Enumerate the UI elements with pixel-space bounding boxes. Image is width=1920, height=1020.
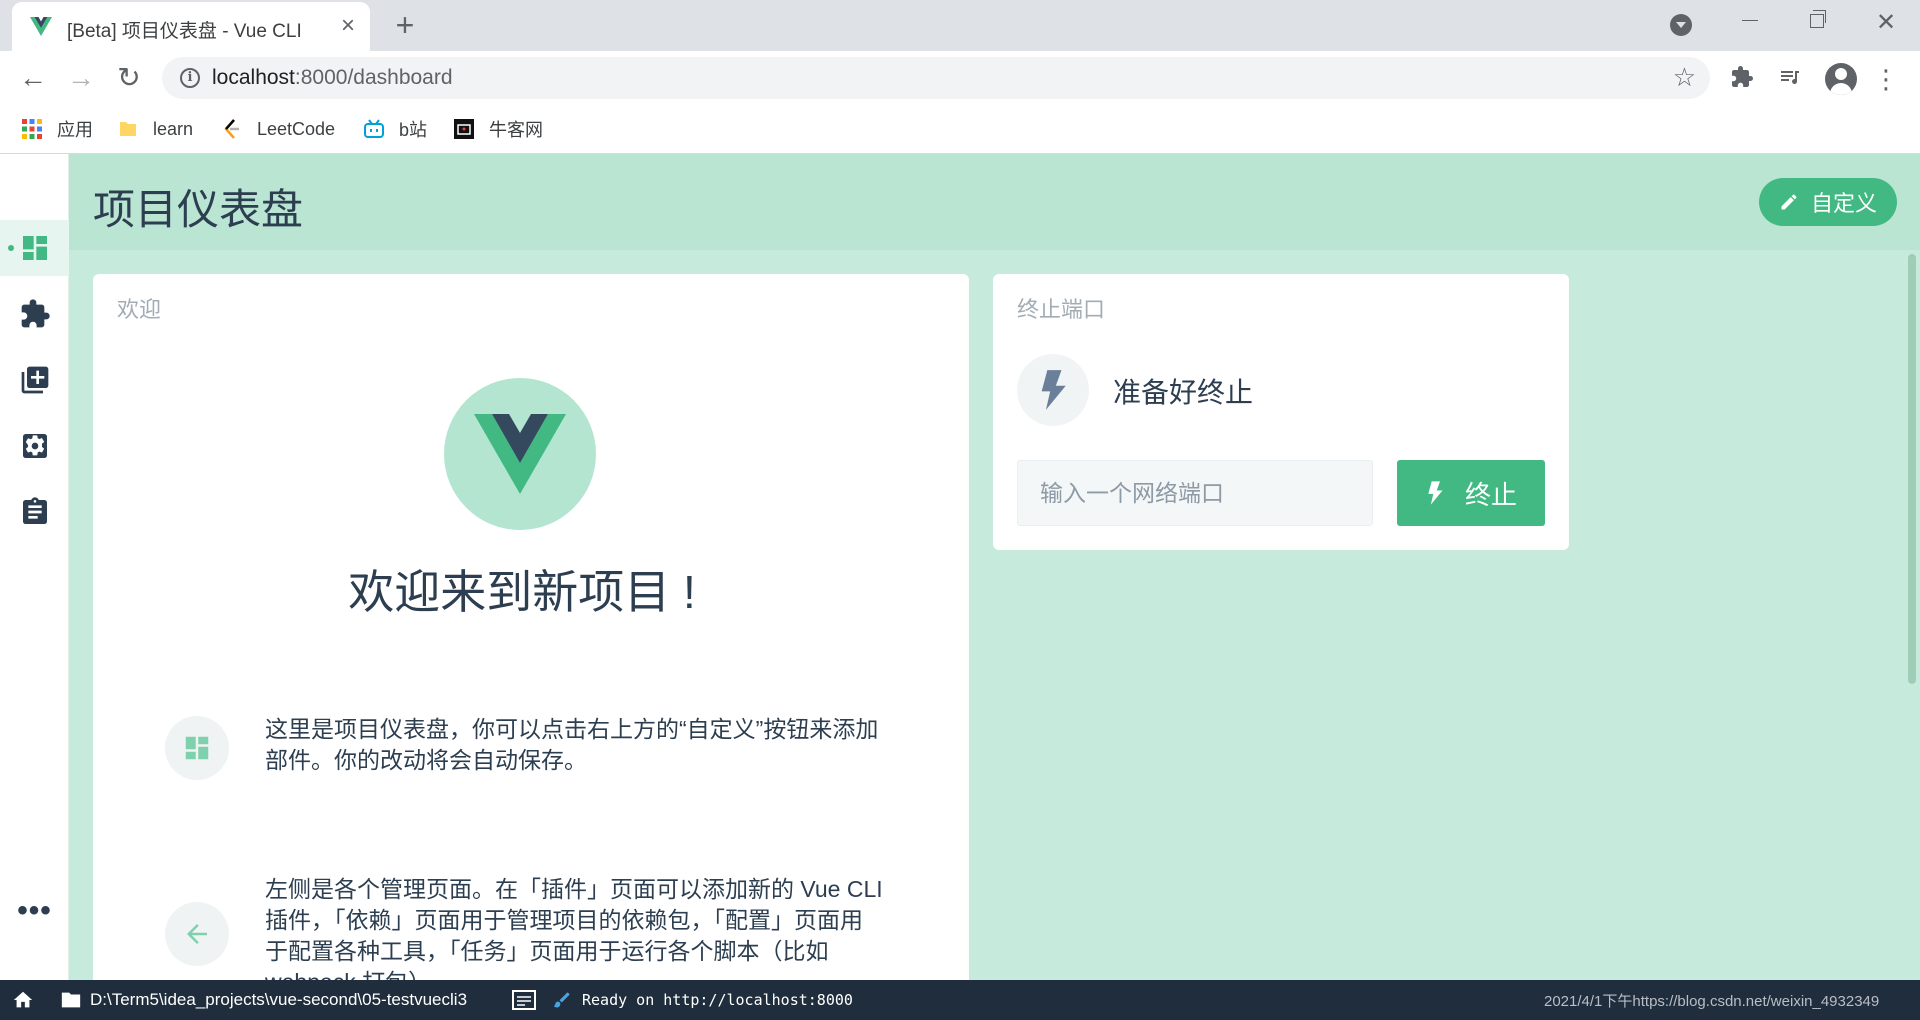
- welcome-widget: 欢迎 欢迎来到新项目 ! 这里是项目仪表盘，你可以点击右上方的“自定义”按钮来添…: [93, 274, 969, 980]
- ready-text: Ready on http://localhost:8000: [582, 991, 853, 1009]
- back-icon[interactable]: ←: [16, 61, 50, 95]
- terminal-status-bar: D:\Term5\idea_projects\vue-second\05-tes…: [0, 980, 1920, 1020]
- page-title: 项目仪表盘: [93, 186, 304, 233]
- tab-search-icon[interactable]: [1670, 14, 1692, 36]
- vue-ui-app: ••• 项目仪表盘 自定义 欢迎 欢迎来到新项目 ! 这里是项目仪表盘，你可以点…: [0, 154, 1920, 980]
- clipboard-icon: [22, 497, 47, 524]
- bookmarks-bar: 应用 learn LeetCode b站 牛客网: [0, 105, 1920, 154]
- customize-button[interactable]: 自定义: [1759, 178, 1897, 226]
- folder-icon: [61, 992, 81, 1008]
- puzzle-icon: [21, 299, 50, 328]
- menu-dots-icon[interactable]: ⋮: [1872, 65, 1900, 93]
- tip-text: 这里是项目仪表盘，你可以点击右上方的“自定义”按钮来添加部件。你的改动将会自动保…: [265, 716, 879, 773]
- folder-path-text: D:\Term5\idea_projects\vue-second\05-tes…: [90, 990, 468, 1009]
- browser-toolbar: ← → ↻ i localhost:8000/dashboard ☆ ⋮: [0, 51, 1920, 105]
- leetcode-icon: [222, 119, 242, 139]
- widget-title: 欢迎: [117, 297, 162, 322]
- bookmark-label: 牛客网: [489, 120, 543, 140]
- bookmark-label: learn: [153, 118, 194, 139]
- widget-title: 终止端口: [1017, 297, 1106, 322]
- url-text[interactable]: localhost:8000/dashboard: [212, 66, 453, 90]
- ready-status: Ready on http://localhost:8000: [552, 980, 853, 1020]
- folder-icon: [118, 119, 138, 139]
- bookmark-bilibili[interactable]: b站: [364, 113, 427, 145]
- home-icon[interactable]: [12, 980, 34, 1020]
- kill-button-label: 终止: [1464, 479, 1517, 510]
- vue-favicon-icon: [30, 17, 52, 36]
- port-input[interactable]: [1017, 460, 1373, 526]
- scrollbar[interactable]: [1908, 254, 1916, 684]
- tip-text: 左侧是各个管理页面。在「插件」页面可以添加新的 Vue CLI 插件，「依赖」页…: [265, 876, 883, 980]
- dashboard-icon: [22, 236, 47, 260]
- bookmark-nowcoder[interactable]: 牛客网: [454, 113, 543, 145]
- kill-status-text: 准备好终止: [1113, 377, 1254, 408]
- sidebar-item-tasks[interactable]: [0, 484, 69, 540]
- library-icon: [21, 366, 48, 394]
- nowcoder-icon: [454, 119, 474, 139]
- edit-pencil-icon: [1781, 194, 1797, 210]
- forward-icon[interactable]: →: [64, 61, 98, 95]
- sidebar-item-dashboard[interactable]: [0, 220, 69, 276]
- new-tab-icon[interactable]: +: [388, 9, 422, 43]
- address-bar[interactable]: i localhost:8000/dashboard ☆: [162, 57, 1710, 99]
- bookmark-apps[interactable]: 应用: [22, 113, 93, 145]
- arrow-left-icon: [165, 902, 229, 966]
- bookmark-label: LeetCode: [257, 118, 336, 139]
- bookmark-label: 应用: [57, 120, 93, 140]
- vue-logo-icon: [444, 378, 596, 530]
- bookmark-star-icon[interactable]: ☆: [1673, 62, 1696, 93]
- profile-avatar[interactable]: [1825, 63, 1857, 95]
- extensions-icon[interactable]: [1728, 65, 1756, 93]
- sidebar-item-dependencies[interactable]: [0, 352, 69, 408]
- customize-label: 自定义: [1810, 191, 1877, 216]
- page-header: 项目仪表盘 自定义: [69, 154, 1920, 250]
- terminal-icon[interactable]: [512, 980, 536, 1020]
- settings-icon: [22, 434, 47, 458]
- kill-button[interactable]: 终止: [1397, 460, 1545, 526]
- browser-tab-strip: [Beta] 项目仪表盘 - Vue CLI × + ✕: [0, 0, 1920, 51]
- welcome-heading: 欢迎来到新项目 !: [348, 566, 696, 618]
- lightning-icon: [1017, 354, 1089, 426]
- sidebar-item-plugins[interactable]: [0, 286, 69, 342]
- active-indicator: [8, 245, 14, 251]
- bookmark-leetcode[interactable]: LeetCode: [222, 113, 335, 145]
- folder-path[interactable]: D:\Term5\idea_projects\vue-second\05-tes…: [60, 980, 467, 1020]
- brush-icon: [553, 992, 570, 1008]
- apps-grid-icon: [22, 119, 42, 139]
- reload-icon[interactable]: ↻: [112, 61, 146, 95]
- restore-icon[interactable]: [1810, 10, 1826, 28]
- more-icon[interactable]: •••: [0, 894, 69, 928]
- sidebar: •••: [0, 154, 69, 980]
- media-control-icon[interactable]: [1776, 65, 1804, 93]
- browser-tab[interactable]: [Beta] 项目仪表盘 - Vue CLI ×: [12, 2, 370, 51]
- tab-close-icon[interactable]: ×: [334, 12, 362, 40]
- tab-title: [Beta] 项目仪表盘 - Vue CLI: [67, 21, 302, 42]
- kill-port-widget: 终止端口 准备好终止 终止: [993, 274, 1569, 550]
- sidebar-item-configuration[interactable]: [0, 418, 69, 474]
- window-close-icon[interactable]: ✕: [1876, 8, 1896, 37]
- site-info-icon[interactable]: i: [180, 68, 200, 88]
- bookmark-learn[interactable]: learn: [118, 113, 193, 145]
- taskbar-right-text: 2021/4/1下午https://blog.csdn.net/weixin_4…: [1544, 992, 1880, 1010]
- bookmark-label: b站: [399, 120, 428, 140]
- minimize-icon[interactable]: [1742, 20, 1758, 21]
- dashboard-icon: [165, 716, 229, 780]
- bilibili-icon: [364, 119, 384, 139]
- lightning-icon: [1428, 481, 1443, 505]
